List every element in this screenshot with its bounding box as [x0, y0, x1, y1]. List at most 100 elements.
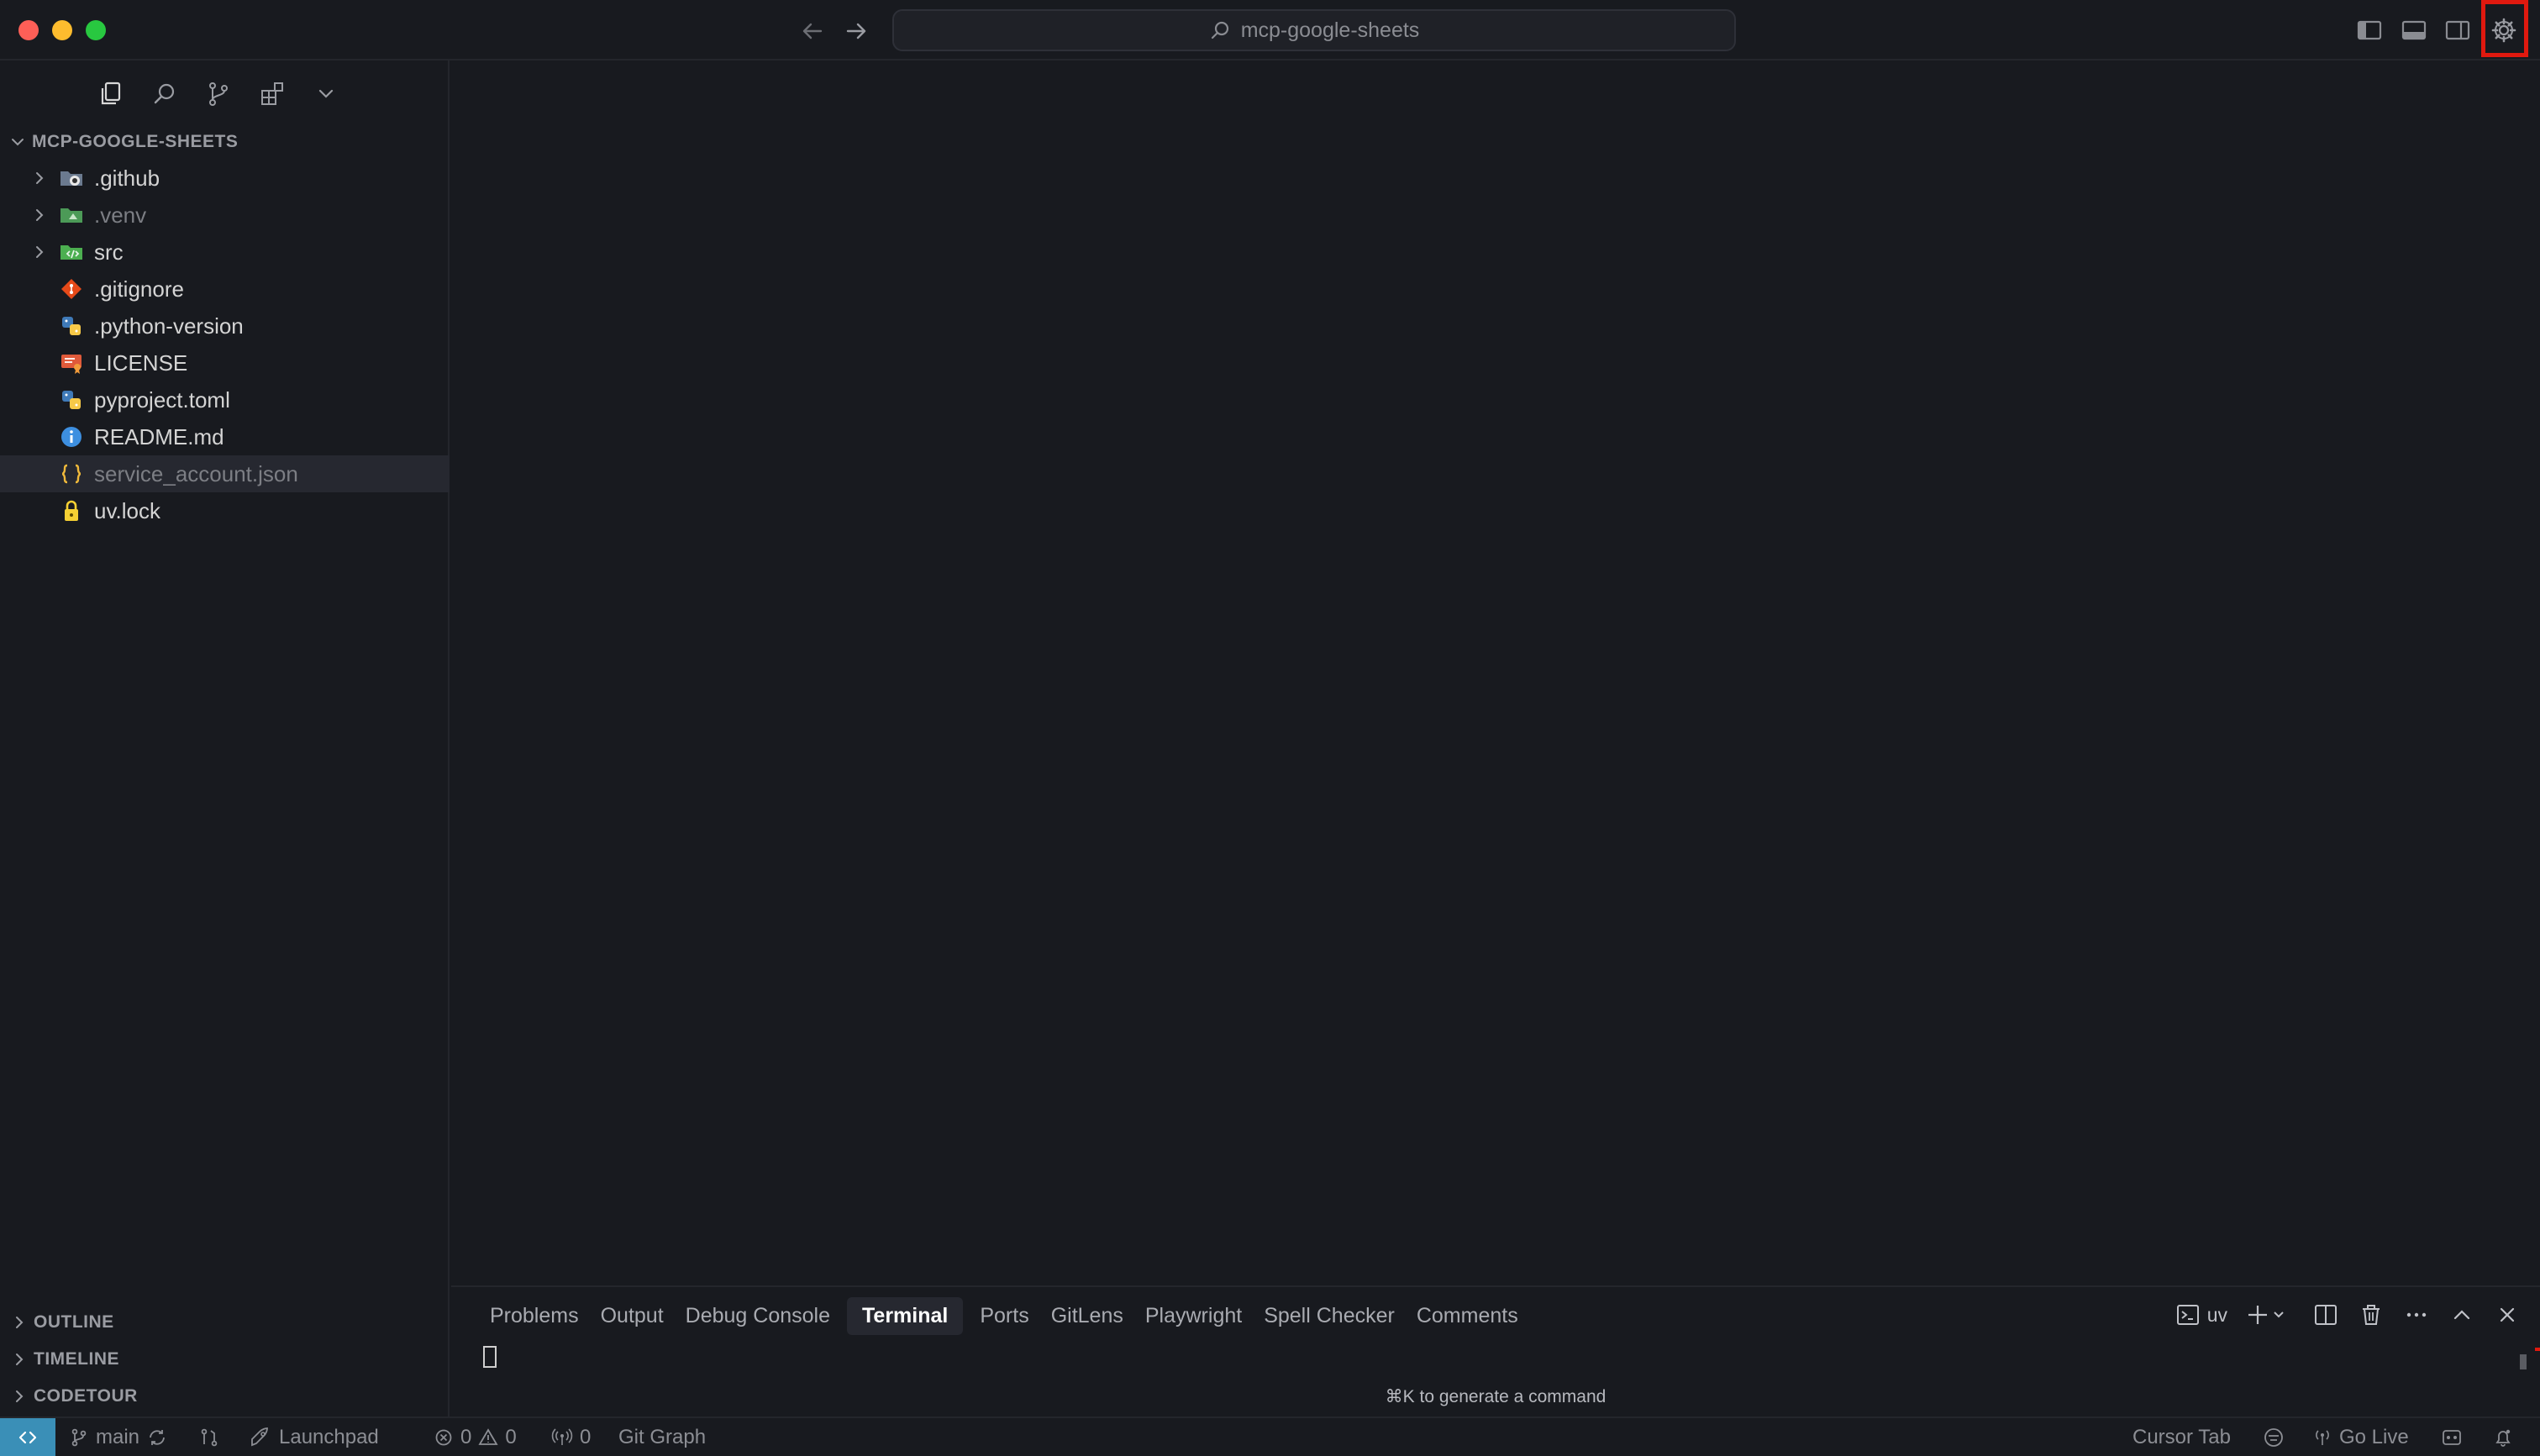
editor-area[interactable] [451, 60, 2540, 1285]
search-icon[interactable] [148, 77, 181, 111]
cursor-tab-button[interactable]: Cursor Tab [2132, 1418, 2231, 1456]
error-count: 0 [460, 1425, 472, 1448]
notifications-button[interactable] [2492, 1418, 2514, 1456]
back-arrow-icon[interactable] [798, 17, 827, 45]
warning-icon [478, 1427, 498, 1448]
codetour-section[interactable]: CODETOUR [0, 1378, 450, 1415]
extensions-icon[interactable] [255, 77, 289, 111]
src-folder-icon [59, 239, 84, 265]
chevron-right-icon [10, 1350, 29, 1369]
timeline-section[interactable]: TIMELINE [0, 1341, 450, 1378]
tab-spell-checker[interactable]: Spell Checker [1259, 1297, 1400, 1335]
tab-output[interactable]: Output [596, 1297, 669, 1335]
copilot-icon-button[interactable] [2262, 1418, 2285, 1456]
tree-item-github-folder[interactable]: .github [0, 160, 450, 197]
tree-item-label: pyproject.toml [94, 386, 230, 413]
tab-ports[interactable]: Ports [975, 1297, 1033, 1335]
tree-item-src-folder[interactable]: src [0, 234, 450, 271]
maximize-panel-chevron-up-icon[interactable] [2448, 1301, 2476, 1329]
git-compare-icon [198, 1427, 220, 1448]
chevron-right-icon [10, 1313, 29, 1332]
tree-item-uv-lock[interactable]: uv.lock [0, 492, 450, 529]
sync-icon[interactable] [146, 1427, 168, 1448]
tree-item-venv-folder[interactable]: .venv [0, 197, 450, 234]
license-icon [59, 350, 84, 376]
split-terminal-icon[interactable] [2311, 1301, 2340, 1329]
maximize-window-button[interactable] [86, 20, 106, 40]
ports-status[interactable]: 0 [551, 1418, 591, 1456]
explorer-files-icon[interactable] [94, 77, 128, 111]
source-control-icon[interactable] [202, 77, 235, 111]
git-graph-branch-icon-button[interactable] [198, 1418, 220, 1456]
tree-item-service-account[interactable]: service_account.json [0, 455, 450, 492]
more-actions-icon[interactable] [2402, 1301, 2431, 1329]
account-icon-button[interactable] [2440, 1418, 2464, 1456]
window-title: mcp-google-sheets [1240, 18, 1420, 42]
trash-icon[interactable] [2357, 1301, 2385, 1329]
broadcast-icon [2312, 1427, 2332, 1448]
bell-icon [2492, 1427, 2514, 1448]
tree-item-label: src [94, 239, 124, 265]
info-icon [59, 424, 84, 449]
lock-icon [59, 498, 84, 523]
venv-folder-icon [59, 202, 84, 228]
tree-item-label: README.md [94, 423, 224, 449]
terminal-icon [2175, 1302, 2201, 1327]
terminal-cursor[interactable] [483, 1346, 497, 1368]
settings-highlight-box [2481, 0, 2528, 57]
section-label: TIMELINE [34, 1349, 119, 1369]
tab-terminal[interactable]: Terminal [847, 1297, 964, 1335]
chevron-right-icon [30, 169, 49, 187]
command-center-search[interactable]: mcp-google-sheets [892, 9, 1736, 51]
tab-gitlens[interactable]: GitLens [1046, 1297, 1128, 1335]
explorer-sidebar: MCP-GOOGLE-SHEETS .github .venv src .git… [0, 60, 450, 1417]
activity-bar [94, 72, 343, 116]
tree-item-pyproject[interactable]: pyproject.toml [0, 381, 450, 418]
terminal-scrollbar[interactable] [2520, 1354, 2527, 1369]
terminal-shell-selector[interactable]: uv [2175, 1302, 2227, 1327]
cursor-tab-label: Cursor Tab [2132, 1425, 2231, 1448]
tree-item-label: .venv [94, 202, 147, 228]
git-graph-button[interactable]: Git Graph [618, 1418, 706, 1456]
toggle-secondary-sidebar-icon[interactable] [2443, 15, 2473, 45]
close-window-button[interactable] [18, 20, 39, 40]
terminal-hint: ⌘K to generate a command [1385, 1387, 1607, 1406]
python-icon [59, 313, 84, 339]
tree-item-label: .gitignore [94, 276, 184, 302]
problems-status[interactable]: 0 0 [434, 1418, 517, 1456]
tab-comments[interactable]: Comments [1412, 1297, 1523, 1335]
error-icon [434, 1427, 454, 1448]
tree-item-readme[interactable]: README.md [0, 418, 450, 455]
minimize-window-button[interactable] [52, 20, 72, 40]
chevron-right-icon [30, 206, 49, 224]
explorer-section-title: MCP-GOOGLE-SHEETS [32, 132, 239, 151]
go-live-button[interactable]: Go Live [2312, 1418, 2409, 1456]
tree-item-label: service_account.json [94, 460, 298, 486]
remote-indicator[interactable] [0, 1418, 55, 1456]
tree-item-gitignore[interactable]: .gitignore [0, 271, 450, 307]
close-panel-icon[interactable] [2493, 1301, 2522, 1329]
go-live-label: Go Live [2339, 1425, 2409, 1448]
outline-section[interactable]: OUTLINE [0, 1304, 450, 1341]
toggle-primary-sidebar-icon[interactable] [2354, 15, 2385, 45]
tree-item-license[interactable]: LICENSE [0, 344, 450, 381]
tab-problems[interactable]: Problems [485, 1297, 584, 1335]
launchpad-button[interactable]: Launchpad [249, 1418, 379, 1456]
branch-status[interactable]: main [69, 1418, 168, 1456]
new-terminal-plus-icon[interactable] [2244, 1301, 2295, 1329]
section-label: CODETOUR [34, 1386, 138, 1406]
forward-arrow-icon[interactable] [842, 17, 870, 45]
tab-debug-console[interactable]: Debug Console [681, 1297, 835, 1335]
tree-item-python-version[interactable]: .python-version [0, 307, 450, 344]
terminal-shell-label: uv [2206, 1303, 2227, 1326]
github-folder-icon [59, 166, 84, 191]
explorer-section-header[interactable]: MCP-GOOGLE-SHEETS [0, 124, 450, 160]
toggle-panel-icon[interactable] [2399, 15, 2429, 45]
tree-item-label: uv.lock [94, 497, 160, 523]
panel-tabs: Problems Output Debug Console Terminal P… [485, 1297, 1523, 1335]
launchpad-label: Launchpad [279, 1425, 379, 1448]
chevron-down-icon[interactable] [309, 77, 343, 111]
section-label: OUTLINE [34, 1312, 114, 1332]
tab-playwright[interactable]: Playwright [1140, 1297, 1247, 1335]
bottom-panel: Problems Output Debug Console Terminal P… [451, 1285, 2540, 1417]
